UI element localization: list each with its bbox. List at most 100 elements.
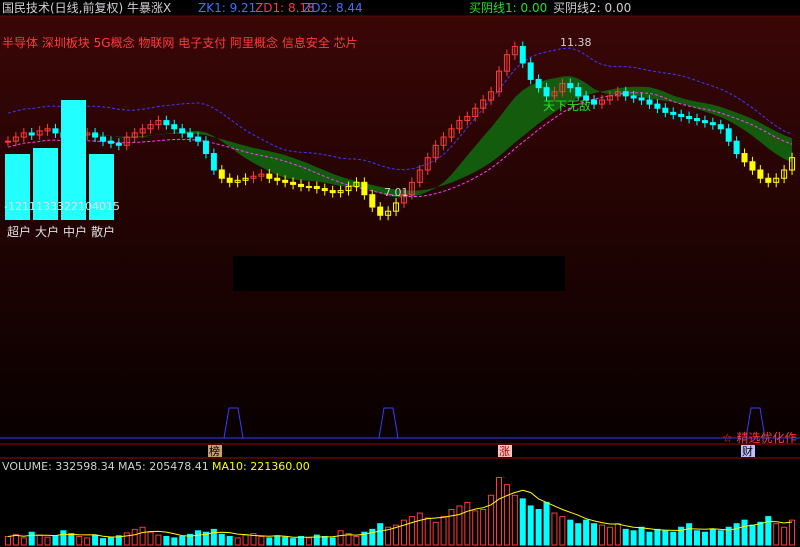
volume-panel	[4, 477, 796, 546]
volume-bar	[139, 526, 146, 546]
volume-bar	[123, 532, 130, 546]
volume-bar	[131, 528, 138, 546]
candle-body	[757, 169, 764, 179]
volume-bar	[68, 533, 75, 546]
candle-body	[670, 111, 677, 115]
candle-body	[630, 95, 637, 99]
volume-bar	[84, 537, 91, 546]
candle-body	[298, 183, 304, 187]
candle-body	[115, 142, 122, 146]
stock-chart[interactable]: 超户 大户 中户 散户 -1211133322104015 国民技术(日线,前复权) 牛…	[0, 0, 800, 547]
tag-bang: 榜	[209, 444, 220, 458]
indicator-zd2: ZD2: 8.44	[303, 1, 363, 15]
candle-body	[305, 185, 312, 188]
investor-label: 中户	[63, 224, 87, 239]
info-box	[233, 256, 565, 291]
youhua-label: ☆ 精选优化作	[722, 431, 797, 445]
candle-body	[638, 97, 645, 101]
volume-bar	[773, 523, 780, 546]
volume-bar	[464, 501, 471, 546]
volume-bar	[337, 530, 344, 546]
candle-body	[733, 140, 740, 155]
ma10-label: MA10: 221360.00	[212, 460, 310, 473]
volume-label: VOLUME: 332598.34	[2, 460, 115, 473]
volume-bar	[195, 530, 202, 546]
volume-bar	[107, 536, 114, 546]
volume-bar	[519, 498, 526, 546]
volume-bar	[290, 538, 297, 546]
tag-cai: 财	[742, 444, 753, 458]
volume-bar	[20, 537, 27, 546]
volume-bar	[282, 536, 289, 546]
volume-bar	[701, 531, 708, 546]
volume-bar	[694, 530, 700, 546]
candle-body	[218, 169, 225, 179]
volume-bar	[749, 524, 756, 546]
volume-bar	[400, 519, 407, 546]
volume-bar	[535, 509, 542, 546]
volume-bar	[781, 526, 788, 546]
candle-body	[329, 190, 336, 194]
candle-body	[28, 132, 35, 136]
candle-body	[107, 140, 114, 144]
candle-body	[361, 181, 368, 196]
candle-body	[646, 99, 653, 105]
volume-bar	[440, 516, 447, 546]
indicator-zk1: ZK1: 9.21	[198, 1, 256, 15]
candle-body	[765, 177, 772, 183]
candle-body	[282, 179, 289, 183]
candle-body	[274, 177, 281, 181]
low-price-label: 7.01	[384, 186, 409, 199]
volume-bar	[100, 538, 106, 546]
volume-bar	[662, 530, 669, 546]
candle-body	[622, 91, 629, 97]
volume-bar	[416, 512, 423, 546]
volume-bar	[575, 523, 582, 546]
volume-bar	[171, 537, 178, 546]
volume-bar	[622, 528, 629, 546]
volume-bar	[226, 535, 233, 546]
volume-bar	[480, 509, 487, 546]
volume-bar	[757, 521, 764, 546]
candle-body	[717, 124, 724, 130]
volume-bar	[527, 505, 534, 546]
volume-bar	[353, 535, 360, 546]
investor-label: 超户	[7, 224, 31, 239]
candle-body	[266, 173, 273, 179]
candle-body	[100, 136, 106, 142]
volume-bar	[179, 535, 186, 546]
candle-body	[187, 132, 194, 138]
volume-bar	[155, 534, 162, 546]
candle-body	[535, 78, 542, 89]
volume-bar	[654, 528, 661, 546]
volume-bar	[424, 517, 431, 546]
volume-bar	[448, 509, 455, 546]
investor-label: 大户	[35, 224, 59, 239]
volume-ma10-line	[7, 489, 793, 538]
candle-body	[4, 140, 11, 143]
window-title: 国民技术(日线,前复权) 牛暴涨X	[2, 0, 171, 15]
volume-bar	[456, 505, 463, 546]
candle-body	[678, 113, 685, 117]
volume-bar	[28, 531, 35, 546]
candle-body	[377, 206, 384, 216]
volume-bar	[92, 534, 99, 546]
tianxia-label: 天下无敌	[543, 98, 591, 113]
volume-bar	[598, 524, 605, 546]
volume-bar	[52, 535, 59, 546]
candle-body	[226, 177, 233, 183]
buy-line-2: 买阴线2: 0.00	[553, 1, 631, 15]
candle-body	[701, 120, 708, 124]
volume-bar	[496, 477, 502, 546]
main-panel-gradient	[0, 16, 800, 444]
candle-body	[313, 185, 320, 190]
volume-bar	[4, 535, 11, 546]
volume-bar	[76, 535, 83, 546]
volume-bar	[543, 501, 550, 546]
candle-body	[92, 132, 99, 138]
candle-body	[654, 103, 661, 109]
volume-bar	[638, 526, 645, 546]
candle-body	[290, 181, 297, 185]
volume-bar	[709, 528, 716, 546]
candle-body	[519, 45, 526, 64]
